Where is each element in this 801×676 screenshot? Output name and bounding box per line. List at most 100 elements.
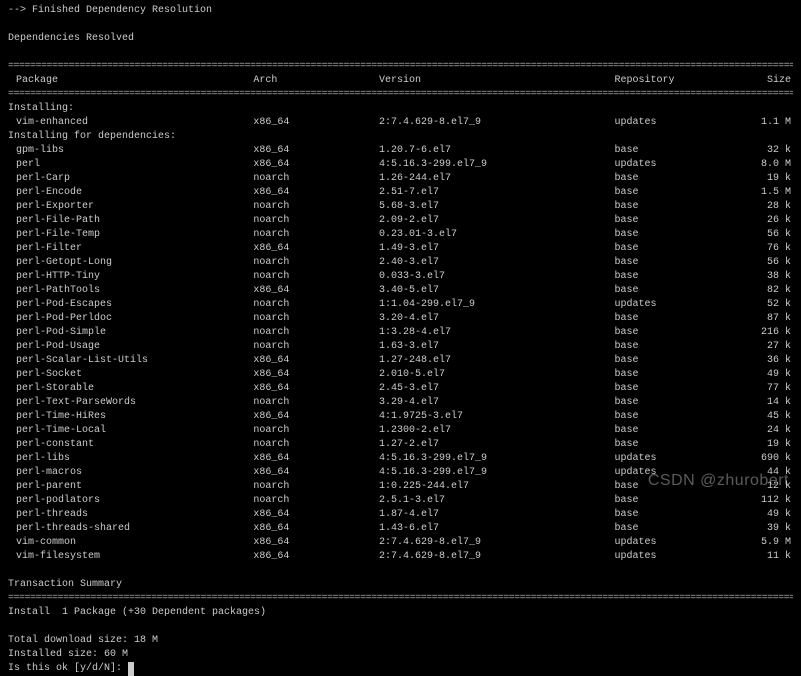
pkg-size: 45 k bbox=[722, 410, 793, 424]
pkg-repo: base bbox=[612, 494, 722, 508]
table-row: perl-File-Tempnoarch0.23.01-3.el7base56 … bbox=[8, 228, 793, 242]
table-row: perl-Pod-Simplenoarch1:3.28-4.el7base216… bbox=[8, 326, 793, 340]
pkg-repo: updates bbox=[612, 158, 722, 172]
pkg-repo: base bbox=[612, 368, 722, 382]
pkg-size: 1.5 M bbox=[722, 186, 793, 200]
confirm-prompt[interactable]: Is this ok [y/d/N]: bbox=[8, 662, 793, 676]
pkg-size: 19 k bbox=[722, 438, 793, 452]
pkg-repo: base bbox=[612, 382, 722, 396]
pkg-repo: base bbox=[612, 200, 722, 214]
col-version: Version bbox=[377, 74, 613, 88]
pkg-name: perl-libs bbox=[8, 452, 251, 466]
table-row: perl-constantnoarch1.27-2.el7base19 k bbox=[8, 438, 793, 452]
table-row: perl-Time-HiResx86_644:1.9725-3.el7base4… bbox=[8, 410, 793, 424]
table-row: perl-Time-Localnoarch1.2300-2.el7base24 … bbox=[8, 424, 793, 438]
pkg-version: 2.51-7.el7 bbox=[377, 186, 613, 200]
pkg-version: 4:5.16.3-299.el7_9 bbox=[377, 158, 613, 172]
pkg-name: perl-Time-Local bbox=[8, 424, 251, 438]
section-installing-deps: Installing for dependencies: bbox=[8, 130, 793, 144]
deps-table: gpm-libsx86_641.20.7-6.el7base32 kperlx8… bbox=[8, 144, 793, 564]
pkg-arch: noarch bbox=[251, 326, 377, 340]
table-row: perl-Exporternoarch5.68-3.el7base28 k bbox=[8, 200, 793, 214]
pkg-size: 77 k bbox=[722, 382, 793, 396]
pkg-name: perl-Pod-Escapes bbox=[8, 298, 251, 312]
table-row: vim-commonx86_642:7.4.629-8.el7_9updates… bbox=[8, 536, 793, 550]
pkg-size: 39 k bbox=[722, 522, 793, 536]
pkg-arch: x86_64 bbox=[251, 382, 377, 396]
pkg-repo: base bbox=[612, 354, 722, 368]
pkg-repo: updates bbox=[612, 116, 722, 130]
table-row: gpm-libsx86_641.20.7-6.el7base32 k bbox=[8, 144, 793, 158]
pkg-size: 27 k bbox=[722, 340, 793, 354]
pkg-name: perl-Time-HiRes bbox=[8, 410, 251, 424]
table-header-row: Package Arch Version Repository Size bbox=[8, 74, 793, 88]
pkg-version: 1.20.7-6.el7 bbox=[377, 144, 613, 158]
pkg-version: 4:5.16.3-299.el7_9 bbox=[377, 466, 613, 480]
pkg-name: perl-Pod-Usage bbox=[8, 340, 251, 354]
table-row: perl-Storablex86_642.45-3.el7base77 k bbox=[8, 382, 793, 396]
pkg-repo: base bbox=[612, 312, 722, 326]
pkg-repo: base bbox=[612, 396, 722, 410]
pkg-version: 1.2300-2.el7 bbox=[377, 424, 613, 438]
pkg-name: vim-common bbox=[8, 536, 251, 550]
table-row: perl-Scalar-List-Utilsx86_641.27-248.el7… bbox=[8, 354, 793, 368]
pkg-size: 36 k bbox=[722, 354, 793, 368]
pkg-name: perl-HTTP-Tiny bbox=[8, 270, 251, 284]
pkg-size: 11 k bbox=[722, 550, 793, 564]
pkg-repo: base bbox=[612, 438, 722, 452]
pkg-version: 1.49-3.el7 bbox=[377, 242, 613, 256]
col-size: Size bbox=[722, 74, 793, 88]
pkg-arch: x86_64 bbox=[251, 522, 377, 536]
blank-line bbox=[8, 620, 793, 634]
pkg-version: 2.09-2.el7 bbox=[377, 214, 613, 228]
pkg-size: 26 k bbox=[722, 214, 793, 228]
pkg-size: 19 k bbox=[722, 172, 793, 186]
pkg-size: 56 k bbox=[722, 228, 793, 242]
pkg-version: 0.033-3.el7 bbox=[377, 270, 613, 284]
table-row: perl-Pod-Usagenoarch1.63-3.el7base27 k bbox=[8, 340, 793, 354]
table-row: perl-Carpnoarch1.26-244.el7base19 k bbox=[8, 172, 793, 186]
table-row: perl-threads-sharedx86_641.43-6.el7base3… bbox=[8, 522, 793, 536]
table-row: vim-enhanced x86_64 2:7.4.629-8.el7_9 up… bbox=[8, 116, 793, 130]
pkg-name: gpm-libs bbox=[8, 144, 251, 158]
status-resolved: Dependencies Resolved bbox=[8, 32, 793, 46]
pkg-size: 216 k bbox=[722, 326, 793, 340]
pkg-repo: base bbox=[612, 228, 722, 242]
pkg-arch: noarch bbox=[251, 480, 377, 494]
pkg-name: perl-File-Temp bbox=[8, 228, 251, 242]
pkg-arch: x86_64 bbox=[251, 466, 377, 480]
pkg-name: perl-Storable bbox=[8, 382, 251, 396]
pkg-name: perl-podlators bbox=[8, 494, 251, 508]
pkg-version: 2.40-3.el7 bbox=[377, 256, 613, 270]
pkg-arch: x86_64 bbox=[251, 354, 377, 368]
pkg-size: 87 k bbox=[722, 312, 793, 326]
pkg-version: 2.5.1-3.el7 bbox=[377, 494, 613, 508]
section-transaction-summary: Transaction Summary bbox=[8, 578, 793, 592]
pkg-size: 28 k bbox=[722, 200, 793, 214]
pkg-size: 112 k bbox=[722, 494, 793, 508]
pkg-version: 2:7.4.629-8.el7_9 bbox=[377, 536, 613, 550]
pkg-version: 1:0.225-244.el7 bbox=[377, 480, 613, 494]
pkg-arch: x86_64 bbox=[251, 368, 377, 382]
pkg-repo: base bbox=[612, 270, 722, 284]
pkg-name: perl bbox=[8, 158, 251, 172]
pkg-name: perl-Scalar-List-Utils bbox=[8, 354, 251, 368]
main-pkg-table: vim-enhanced x86_64 2:7.4.629-8.el7_9 up… bbox=[8, 116, 793, 130]
pkg-version: 1:3.28-4.el7 bbox=[377, 326, 613, 340]
pkg-name: perl-File-Path bbox=[8, 214, 251, 228]
pkg-name: perl-Exporter bbox=[8, 200, 251, 214]
pkg-repo: base bbox=[612, 172, 722, 186]
rule-header: ========================================… bbox=[8, 88, 793, 102]
pkg-size: 14 k bbox=[722, 396, 793, 410]
pkg-version: 2.010-5.el7 bbox=[377, 368, 613, 382]
pkg-repo: base bbox=[612, 214, 722, 228]
pkg-name: perl-Socket bbox=[8, 368, 251, 382]
pkg-arch: noarch bbox=[251, 214, 377, 228]
pkg-version: 3.20-4.el7 bbox=[377, 312, 613, 326]
pkg-arch: noarch bbox=[251, 494, 377, 508]
pkg-version: 0.23.01-3.el7 bbox=[377, 228, 613, 242]
pkg-name: perl-Filter bbox=[8, 242, 251, 256]
blank-line bbox=[8, 564, 793, 578]
table-row: perl-Text-ParseWordsnoarch3.29-4.el7base… bbox=[8, 396, 793, 410]
pkg-size: 32 k bbox=[722, 144, 793, 158]
